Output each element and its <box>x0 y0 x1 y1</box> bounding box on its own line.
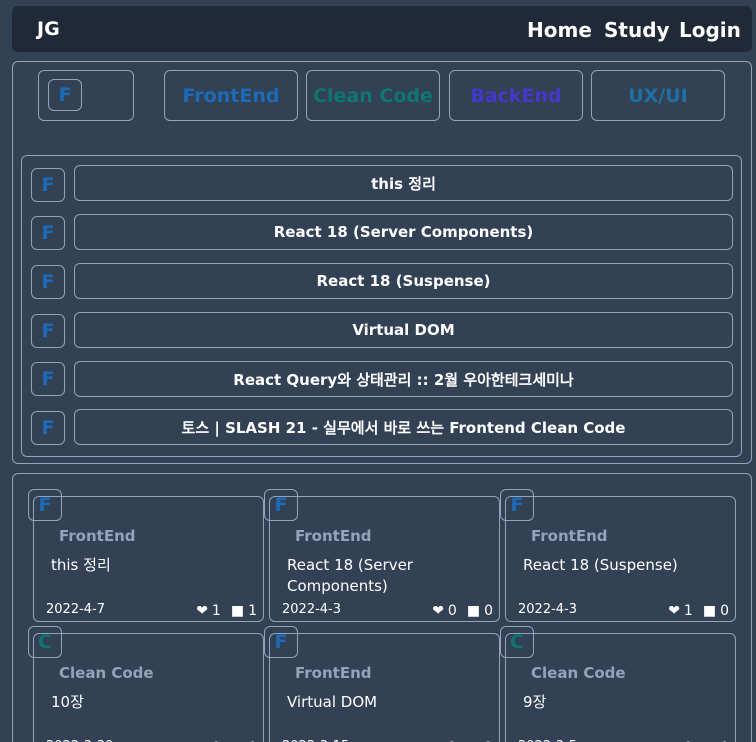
category-button-frontend[interactable]: FrontEnd <box>164 70 298 121</box>
list-item-badge: F <box>31 314 65 348</box>
category-label: Clean Code <box>313 84 433 107</box>
comment-icon: ■ <box>702 603 717 619</box>
list-item[interactable]: React 18 (Suspense) <box>74 263 733 299</box>
list-item-badge: F <box>31 168 65 202</box>
card-category: FrontEnd <box>295 527 372 545</box>
list-item[interactable]: React Query와 상태관리 :: 2월 우아한테크세미나 <box>74 361 733 397</box>
category-selector[interactable]: F <box>38 70 134 121</box>
category-label: UX/UI <box>628 84 688 107</box>
card-category-badge: C <box>500 626 534 658</box>
like-count: 1 <box>211 603 221 619</box>
card-title: this 정리 <box>51 556 111 574</box>
card-category-badge: C <box>28 626 62 658</box>
comment-count: 1 <box>248 603 257 619</box>
nav-link-login[interactable]: Login <box>679 18 741 42</box>
list-item-badge: F <box>31 216 65 250</box>
card-stats: ❤1 ■1 <box>196 603 257 619</box>
list-item[interactable]: 토스 | SLASH 21 - 실무에서 바로 쓰는 Frontend Clea… <box>74 409 733 445</box>
comment-count: 0 <box>720 603 729 619</box>
list-item-badge: F <box>31 362 65 396</box>
list-item-badge: F <box>31 411 65 445</box>
category-button-clean-code[interactable]: Clean Code <box>306 70 440 121</box>
comment-icon: ■ <box>466 603 481 619</box>
post-card[interactable]: F FrontEnd Virtual DOM 2022-3-15 ❤1 ■1 <box>264 626 500 742</box>
list-item[interactable]: this 정리 <box>74 165 733 201</box>
card-category-badge: F <box>264 489 298 521</box>
card-category: Clean Code <box>531 664 626 682</box>
card-category: Clean Code <box>59 664 154 682</box>
category-label: FrontEnd <box>182 84 280 107</box>
like-count: 0 <box>447 603 457 619</box>
nav-link-home[interactable]: Home <box>527 18 592 42</box>
heart-icon[interactable]: ❤ <box>668 603 680 619</box>
selector-badge: F <box>48 79 82 111</box>
card-title: 9장 <box>523 693 547 711</box>
post-card[interactable]: C Clean Code 10장 2022-3-30 ❤0 ■0 <box>28 626 264 742</box>
post-card[interactable]: C Clean Code 9장 2022-3-5 ❤0 ■0 <box>500 626 736 742</box>
card-title: React 18 (Suspense) <box>523 556 678 574</box>
comment-icon: ■ <box>230 603 245 619</box>
post-card[interactable]: F FrontEnd this 정리 2022-4-7 ❤ 1 ■ 1 <box>28 489 264 622</box>
post-card[interactable]: F FrontEnd React 18 (Suspense) 2022-4-3 … <box>500 489 736 622</box>
category-button-ux-ui[interactable]: UX/UI <box>591 70 725 121</box>
card-title: Virtual DOM <box>287 693 378 711</box>
card-date: 2022-4-7 <box>46 602 106 617</box>
category-button-backend[interactable]: BackEnd <box>449 70 583 121</box>
list-item[interactable]: Virtual DOM <box>74 312 733 348</box>
brand-logo[interactable]: JG <box>37 18 60 40</box>
card-title: 10장 <box>51 693 84 711</box>
heart-icon[interactable]: ❤ <box>432 603 444 619</box>
card-stats: ❤ 1 ■ 0 <box>668 603 729 619</box>
card-category-badge: F <box>264 626 298 658</box>
card-category: FrontEnd <box>295 664 372 682</box>
list-item[interactable]: React 18 (Server Components) <box>74 214 733 250</box>
category-label: BackEnd <box>470 84 562 107</box>
card-category-badge: F <box>500 489 534 521</box>
card-date: 2022-4-3 <box>518 602 578 617</box>
comment-count: 0 <box>484 603 493 619</box>
card-category: FrontEnd <box>531 527 608 545</box>
card-category-badge: F <box>28 489 62 521</box>
post-card[interactable]: F FrontEnd React 18 (Server Components) … <box>264 489 500 622</box>
card-title: React 18 (Server Components) <box>287 556 413 595</box>
nav-link-study[interactable]: Study <box>604 18 670 42</box>
list-item-badge: F <box>31 265 65 299</box>
navbar: JG Home Study Login <box>12 6 752 52</box>
like-count: 1 <box>683 603 693 619</box>
card-stats: ❤0 ■0 <box>432 603 493 619</box>
heart-icon[interactable]: ❤ <box>196 603 208 619</box>
card-date: 2022-4-3 <box>282 602 342 617</box>
card-category: FrontEnd <box>59 527 136 545</box>
